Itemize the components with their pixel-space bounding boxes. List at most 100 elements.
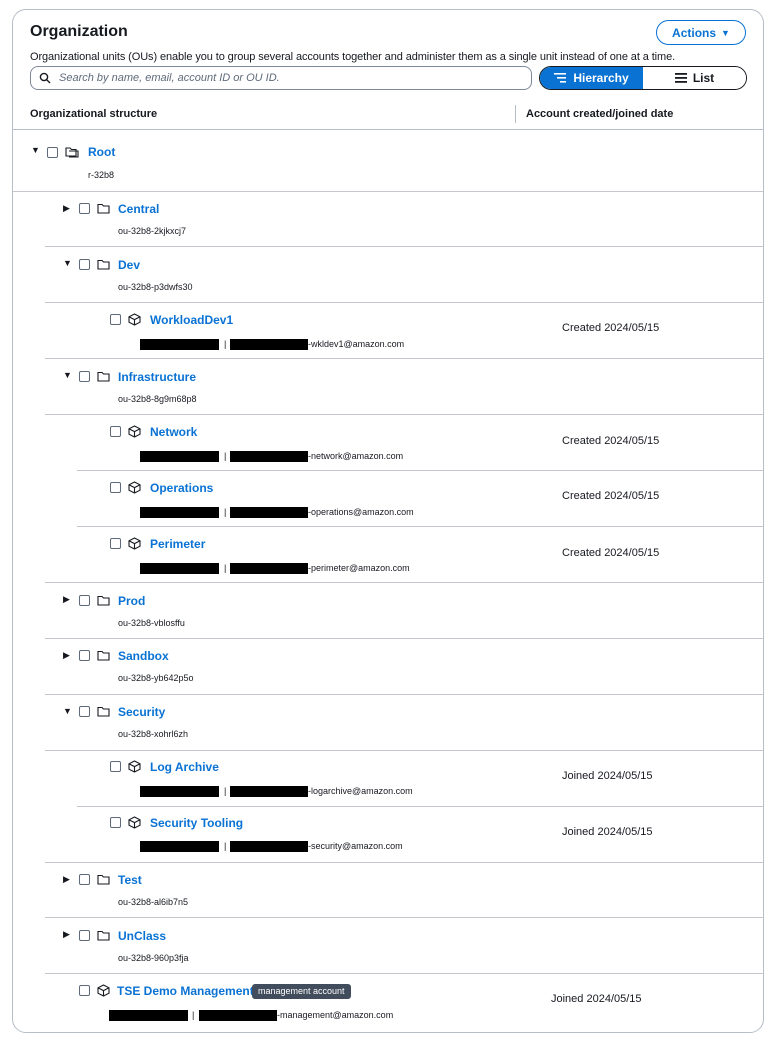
search-box[interactable] [30, 66, 532, 90]
checkbox[interactable] [110, 314, 121, 325]
page-description: Organizational units (OUs) enable you to… [30, 51, 676, 63]
tree-item-name[interactable]: Sandbox [118, 649, 169, 663]
header-divider [13, 129, 763, 130]
tree-item-name[interactable]: Root [88, 145, 115, 159]
tree-item-name[interactable]: TSE Demo Management [117, 984, 254, 998]
tree-item-name[interactable]: Central [118, 202, 159, 216]
checkbox[interactable] [110, 761, 121, 772]
account-date: Created 2024/05/15 [562, 322, 660, 334]
cube-icon [128, 760, 141, 773]
row-divider [45, 302, 763, 303]
redacted-account-id [140, 786, 219, 797]
tree-item-name[interactable]: Network [150, 425, 197, 439]
redacted-email-prefix [230, 841, 308, 852]
caret-down-icon[interactable]: ▼ [31, 145, 40, 155]
folder-icon [97, 371, 110, 382]
organization-panel: Organization Actions ▼ Organizational un… [12, 9, 764, 1033]
caret-right-icon[interactable]: ▶ [63, 874, 70, 885]
caret-right-icon[interactable]: ▶ [63, 929, 70, 940]
separator: | [224, 451, 227, 461]
account-email: -operations@amazon.com [308, 507, 414, 517]
folder-icon [97, 203, 110, 214]
folder-icon [97, 874, 110, 885]
checkbox[interactable] [110, 817, 121, 828]
tree-item-name[interactable]: UnClass [118, 929, 166, 943]
tree-item-name[interactable]: Security [118, 705, 165, 719]
separator: | [224, 786, 227, 796]
column-divider[interactable] [763, 105, 764, 123]
folder-icon [97, 930, 110, 941]
search-icon [39, 72, 51, 84]
tree-item-name[interactable]: Infrastructure [118, 370, 196, 384]
list-view-button[interactable]: List [643, 67, 746, 89]
caret-down-icon[interactable]: ▼ [63, 706, 72, 716]
column-header-date[interactable]: Account created/joined date [526, 108, 673, 120]
tree-item-name[interactable]: Security Tooling [150, 816, 243, 830]
folder-icon [97, 650, 110, 661]
caret-right-icon[interactable]: ▶ [63, 203, 70, 214]
separator: | [224, 339, 227, 349]
actions-button-label: Actions [672, 25, 717, 40]
actions-button[interactable]: Actions ▼ [656, 20, 746, 45]
row-divider [77, 806, 763, 807]
hierarchy-view-button[interactable]: Hierarchy [540, 67, 643, 89]
separator: | [224, 563, 227, 573]
view-toggle: Hierarchy List [539, 66, 747, 90]
checkbox[interactable] [79, 371, 90, 382]
hierarchy-view-label: Hierarchy [573, 71, 629, 85]
row-divider [45, 358, 763, 359]
tree-item-name[interactable]: Dev [118, 258, 140, 272]
account-date: Created 2024/05/15 [562, 435, 660, 447]
row-divider [13, 191, 763, 192]
account-date: Created 2024/05/15 [562, 547, 660, 559]
checkbox[interactable] [79, 650, 90, 661]
checkbox[interactable] [79, 930, 90, 941]
tree-item-id: ou-32b8-vblosffu [118, 618, 185, 628]
hierarchy-icon [554, 73, 567, 83]
cube-icon [128, 481, 141, 494]
caret-down-icon[interactable]: ▼ [63, 370, 72, 380]
redacted-email-prefix [230, 339, 308, 350]
row-divider [45, 862, 763, 863]
checkbox[interactable] [79, 985, 90, 996]
folder-icon [97, 259, 110, 270]
checkbox[interactable] [79, 595, 90, 606]
row-divider [45, 582, 763, 583]
caret-right-icon[interactable]: ▶ [63, 650, 70, 661]
tree-item-id: ou-32b8-p3dwfs30 [118, 282, 193, 292]
tree-item-name[interactable]: Prod [118, 594, 145, 608]
column-divider[interactable] [515, 105, 516, 123]
caret-down-icon[interactable]: ▼ [63, 258, 72, 268]
checkbox[interactable] [110, 482, 121, 493]
row-divider [45, 917, 763, 918]
checkbox[interactable] [79, 874, 90, 885]
account-date: Joined 2024/05/15 [562, 770, 653, 782]
account-email: -management@amazon.com [277, 1010, 394, 1020]
list-view-label: List [692, 71, 715, 85]
checkbox[interactable] [110, 426, 121, 437]
cube-icon [128, 537, 141, 550]
row-divider [45, 414, 763, 415]
checkbox[interactable] [47, 147, 58, 158]
tree-item-name[interactable]: Operations [150, 481, 213, 495]
tree-item-name[interactable]: Test [118, 873, 142, 887]
tree-item-name[interactable]: Perimeter [150, 537, 205, 551]
search-input[interactable] [57, 71, 511, 85]
separator: | [224, 507, 227, 517]
redacted-account-id [109, 1010, 188, 1021]
tree-item-name[interactable]: WorkloadDev1 [150, 313, 233, 327]
tree-item-id: ou-32b8-8g9m68p8 [118, 394, 197, 404]
checkbox[interactable] [79, 706, 90, 717]
redacted-email-prefix [230, 507, 308, 518]
redacted-account-id [140, 563, 219, 574]
checkbox[interactable] [110, 538, 121, 549]
tree-item-name[interactable]: Log Archive [150, 760, 219, 774]
account-email: -logarchive@amazon.com [308, 786, 413, 796]
row-divider [77, 470, 763, 471]
checkbox[interactable] [79, 203, 90, 214]
checkbox[interactable] [79, 259, 90, 270]
row-divider [45, 246, 763, 247]
caret-right-icon[interactable]: ▶ [63, 594, 70, 605]
caret-down-icon: ▼ [721, 27, 730, 38]
column-header-structure[interactable]: Organizational structure [30, 108, 157, 120]
